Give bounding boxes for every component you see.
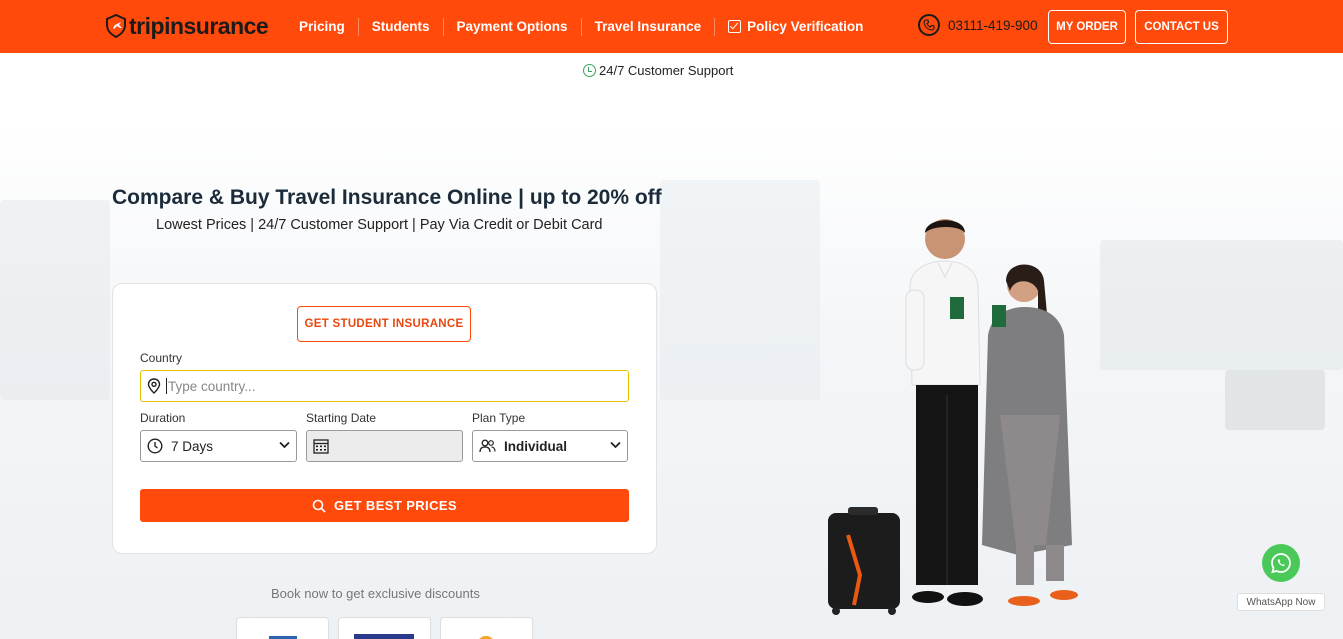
country-placeholder: Type country...: [168, 378, 256, 394]
student-insurance-button[interactable]: GET STUDENT INSURANCE: [297, 306, 471, 342]
whatsapp-icon: [1270, 552, 1292, 574]
menu-item-travel-insurance[interactable]: Travel Insurance: [582, 17, 716, 36]
menu-item-pricing[interactable]: Pricing: [286, 17, 359, 36]
payment-logo-card-2: [338, 617, 431, 639]
phone-number: 03111-419-900: [948, 17, 1038, 33]
menu-item-students[interactable]: Students: [359, 17, 444, 36]
phone-contact[interactable]: 03111-419-900: [918, 14, 1038, 36]
calendar-icon: [313, 438, 329, 454]
clock-icon: [583, 64, 596, 77]
clock-icon: [147, 438, 163, 454]
duration-label: Duration: [140, 411, 186, 425]
checkbox-icon: [728, 20, 742, 33]
contact-us-button[interactable]: CONTACT US: [1135, 10, 1228, 44]
phone-icon: [918, 14, 940, 36]
discount-note: Book now to get exclusive discounts: [271, 586, 480, 601]
payment-logo-card-3: [440, 617, 533, 639]
starting-date-input[interactable]: [306, 430, 463, 462]
hero-title: Compare & Buy Travel Insurance Online | …: [112, 186, 662, 209]
top-navbar: trip insurance Pricing Students Payment O…: [0, 0, 1343, 53]
payment-logo-card-1: [236, 617, 329, 639]
duration-select[interactable]: 7 Days: [140, 430, 297, 462]
site-logo[interactable]: trip insurance: [104, 10, 269, 42]
get-best-prices-button[interactable]: GET BEST PRICES: [140, 489, 629, 522]
get-best-prices-label: GET BEST PRICES: [333, 498, 458, 513]
menu-item-policy-verification[interactable]: Policy Verification: [715, 18, 876, 36]
hero-subtitle: Lowest Prices | 24/7 Customer Support | …: [156, 217, 603, 233]
starting-date-label: Starting Date: [306, 411, 377, 425]
quote-form-card: GET STUDENT INSURANCE Country Type count…: [112, 283, 657, 554]
plan-type-label: Plan Type: [472, 411, 526, 425]
duration-value: 7 Days: [171, 438, 214, 454]
support-text: 24/7 Customer Support: [599, 63, 734, 78]
whatsapp-button[interactable]: [1262, 544, 1300, 582]
users-icon: [479, 439, 496, 453]
location-pin-icon: [147, 378, 161, 394]
support-banner: 24/7 Customer Support: [583, 63, 733, 78]
country-input[interactable]: Type country...: [140, 370, 629, 402]
policy-verification-label: Policy Verification: [747, 19, 864, 34]
logo-text-trip: trip: [129, 12, 165, 39]
country-label: Country: [140, 351, 183, 365]
main-menu: Pricing Students Payment Options Travel …: [286, 0, 876, 53]
whatsapp-label[interactable]: WhatsApp Now: [1237, 593, 1325, 611]
menu-item-payment-options[interactable]: Payment Options: [444, 17, 582, 36]
logo-text-insurance: insurance: [164, 12, 269, 39]
couple-with-passports-image: [820, 215, 1090, 619]
plane-logo-icon: [104, 13, 128, 39]
chevron-down-icon: [610, 441, 621, 449]
plan-type-select[interactable]: Individual: [472, 430, 628, 462]
search-icon: [312, 499, 326, 513]
plan-type-value: Individual: [504, 438, 568, 454]
chevron-down-icon: [279, 441, 290, 449]
my-order-button[interactable]: MY ORDER: [1048, 10, 1126, 44]
